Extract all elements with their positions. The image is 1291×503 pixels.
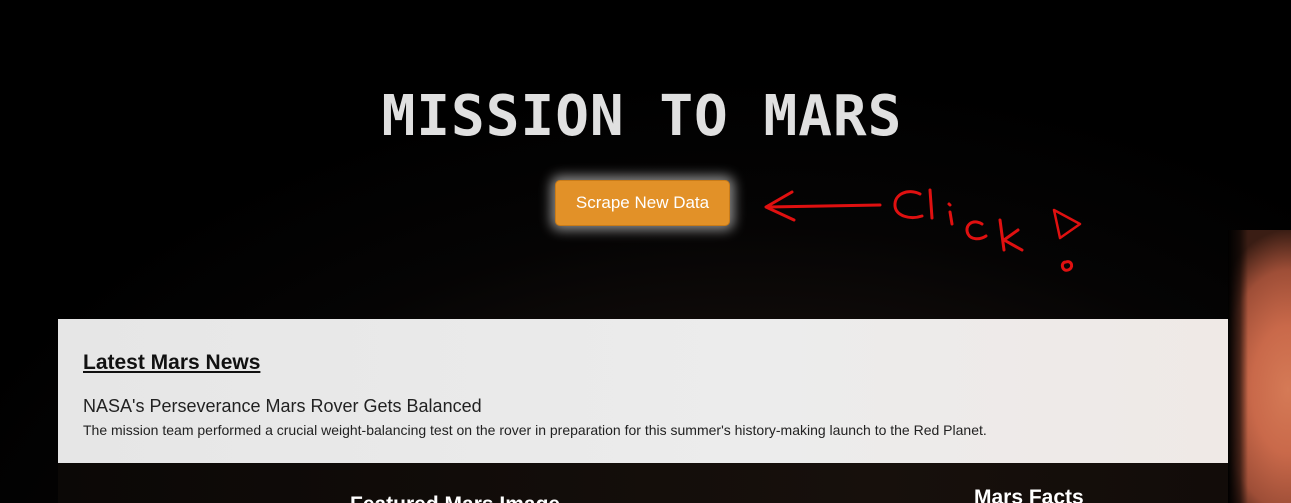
news-article-paragraph: The mission team performed a crucial wei… bbox=[83, 422, 987, 438]
click-annotation bbox=[764, 188, 1082, 272]
news-section-heading: Latest Mars News bbox=[83, 351, 261, 374]
latest-news-panel: Latest Mars News NASA's Perseverance Mar… bbox=[58, 319, 1228, 463]
page-title: MISSION TO MARS bbox=[381, 84, 903, 149]
arrow-left-icon bbox=[766, 203, 882, 209]
mars-facts-heading: Mars Facts bbox=[974, 486, 1084, 503]
mars-planet-image bbox=[1228, 230, 1291, 503]
news-article-title: NASA's Perseverance Mars Rover Gets Bala… bbox=[83, 396, 482, 416]
featured-image-heading: Featured Mars Image bbox=[350, 493, 560, 503]
scrape-new-data-button[interactable]: Scrape New Data bbox=[555, 180, 730, 226]
lower-content-area: Featured Mars Image Mars Facts bbox=[58, 463, 1228, 503]
